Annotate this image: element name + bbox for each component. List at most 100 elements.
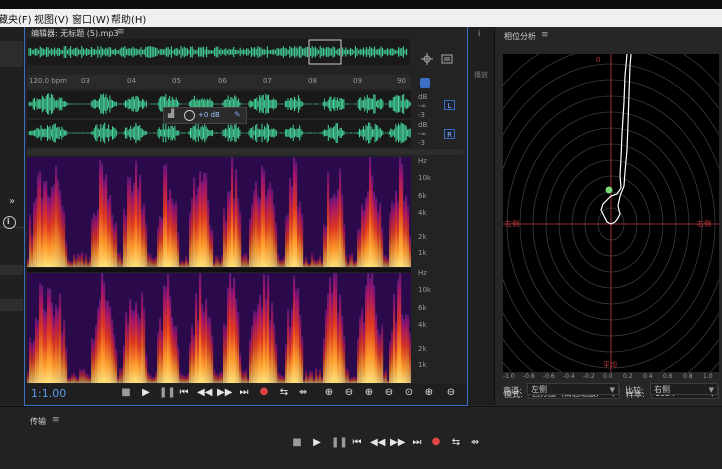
transport-pause-button[interactable]: ❚❚ [331, 437, 348, 448]
transport-record-button[interactable]: ● [429, 436, 443, 447]
hud-volume-control[interactable]: ▟ +0 dB ✎ [163, 107, 247, 124]
spectrogram-column [61, 205, 64, 267]
spectrogram-column [87, 374, 90, 383]
spectrogram-left[interactable] [27, 157, 411, 267]
spectrogram-column [255, 181, 258, 267]
zoom-in-time-icon[interactable]: ⊕ [362, 387, 376, 398]
spectrogram-column [75, 258, 78, 267]
transport-stop-button[interactable]: ■ [290, 437, 304, 448]
time-ruler[interactable]: 120.0 bpm 03 04 05 06 07 08 09 90 [27, 75, 411, 89]
spectrogram-column [175, 200, 178, 267]
spectrogram-column [227, 287, 230, 383]
spectrogram-column [253, 190, 256, 267]
transport-skip-selection-button[interactable]: ⇴ [468, 437, 482, 448]
panel-options-icon[interactable] [441, 50, 453, 64]
zoom-out-time-icon[interactable]: ⊖ [382, 387, 396, 398]
collapsed-panel-strip: i 播放 [468, 27, 494, 405]
zoom-in-amplitude-icon[interactable]: ⊕ [322, 387, 336, 398]
spectrogram-column [279, 259, 282, 267]
channel-right-toggle[interactable]: R [444, 129, 455, 139]
collapsed-panel-item[interactable]: 播放 [474, 70, 488, 80]
spectrogram-column [285, 216, 288, 267]
spectrogram-column [293, 157, 296, 267]
record-button[interactable]: ● [257, 386, 271, 397]
transport-go-to-end-button[interactable]: ⏭ [410, 437, 424, 448]
spectrogram-column [313, 258, 316, 267]
spectrogram-column [319, 255, 322, 267]
fast-forward-button[interactable]: ▶▶ [217, 387, 232, 398]
transport-play-button[interactable]: ▶ [310, 437, 324, 448]
spectrogram-column [279, 374, 282, 383]
menu-window[interactable]: 窗口(W) [72, 11, 110, 26]
phase-panel-menu-icon[interactable]: ≡ [541, 30, 549, 40]
spectrogram-column [347, 369, 350, 383]
spectrogram-column [57, 308, 60, 383]
spectrogram-column [129, 177, 132, 267]
info-icon[interactable]: i [478, 29, 480, 38]
go-to-end-button[interactable]: ⏭ [237, 387, 251, 398]
zoom-in-point-icon[interactable]: ⊕ [422, 387, 436, 398]
spectrogram-column [307, 262, 310, 267]
stop-button[interactable]: ■ [119, 387, 133, 398]
zoom-selection-icon[interactable]: ⊙ [402, 387, 416, 398]
spectrogram-column [77, 253, 80, 267]
spectrogram-column [317, 259, 320, 267]
zoom-out-amplitude-icon[interactable]: ⊖ [342, 387, 356, 398]
overview-waveform-svg [28, 39, 408, 65]
transport-rewind-button[interactable]: ◀◀ [370, 437, 385, 448]
spectrogram-column [373, 191, 376, 267]
info-icon[interactable]: i [3, 216, 16, 229]
overview-waveform[interactable] [27, 39, 410, 65]
expand-panel-icon[interactable]: » [9, 196, 15, 207]
spectrogram-column [217, 256, 220, 267]
menu-help[interactable]: 帮助(H) [111, 11, 146, 26]
spectrogram-column [83, 260, 86, 267]
menu-view[interactable]: 视图(V) [34, 11, 69, 26]
spectrogram-column [209, 317, 212, 383]
pause-button[interactable]: ❚❚ [159, 387, 176, 398]
transport-go-to-start-button[interactable]: ⏮ [350, 437, 364, 448]
ruler-mark: 03 [81, 77, 90, 85]
spectrogram-column [57, 179, 60, 267]
skip-selection-button[interactable]: ⇴ [296, 387, 310, 398]
channel-dropdown[interactable]: 左侧 ▼ [527, 383, 619, 395]
spectrogram-column [389, 212, 392, 267]
spectrogram-column [221, 254, 224, 267]
spectrogram-column [365, 198, 368, 267]
spectrogram-column [169, 295, 172, 383]
phase-panel-title: 相位分析 [504, 32, 536, 41]
loop-button[interactable]: ⇆ [277, 387, 291, 398]
zoom-out-full-icon[interactable]: ⊖ [444, 387, 458, 398]
transport-menu-icon[interactable]: ≡ [52, 415, 60, 425]
spectrogram-right[interactable] [27, 273, 411, 383]
spectrogram-column [223, 323, 226, 383]
spectrogram-column [323, 337, 326, 383]
waveform-resize-divider[interactable] [27, 149, 463, 155]
spectrogram-column [361, 204, 364, 267]
play-button[interactable]: ▶ [139, 387, 153, 398]
spectrogram-column [401, 163, 404, 267]
editor-panel-menu-icon[interactable]: ≡ [117, 27, 125, 37]
rewind-button[interactable]: ◀◀ [197, 387, 212, 398]
snap-toggle-icon[interactable] [420, 78, 430, 88]
ruler-mark: 04 [127, 77, 136, 85]
pin-icon[interactable]: ✎ [234, 110, 241, 119]
zoom-navigator-icon[interactable] [421, 50, 433, 65]
spectrogram-column [295, 161, 298, 267]
waveform-area[interactable]: ▟ +0 dB ✎ [27, 91, 411, 147]
transport-fast-forward-button[interactable]: ▶▶ [390, 437, 405, 448]
menu-file[interactable]: 藏央(F) [0, 11, 32, 26]
spectrogram-column [235, 168, 238, 267]
spectrogram-column [77, 378, 80, 383]
spectrogram-column [293, 275, 296, 383]
spectrogram-column [367, 191, 370, 267]
volume-knob[interactable] [184, 110, 195, 121]
spectrogram-column [409, 332, 411, 383]
spectrogram-column [257, 304, 260, 383]
compare-dropdown[interactable]: 右侧 ▼ [650, 383, 718, 395]
phase-x-tick: 0.6 [663, 373, 673, 380]
transport-loop-button[interactable]: ⇆ [449, 437, 463, 448]
go-to-start-button[interactable]: ⏮ [177, 387, 191, 398]
channel-left-toggle[interactable]: L [444, 100, 455, 110]
spectrogram-column [333, 273, 336, 383]
